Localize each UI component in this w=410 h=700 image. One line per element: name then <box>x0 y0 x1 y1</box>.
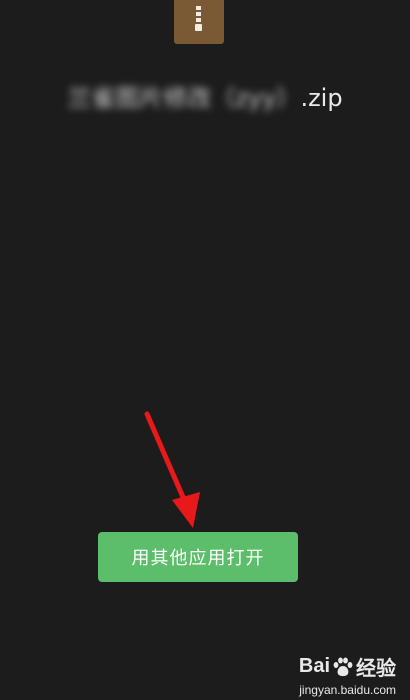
watermark-logo-row: Bai 经验 <box>256 652 396 681</box>
open-with-other-app-button[interactable]: 用其他应用打开 <box>98 532 298 582</box>
baidu-paw-icon <box>333 657 353 676</box>
watermark-site: jingyan.baidu.com <box>299 683 396 697</box>
red-arrow-annotation <box>144 411 200 528</box>
file-name: 兰雀图片修改（zyy）.zip <box>0 78 410 113</box>
watermark-brand-right: 经验 <box>356 658 396 680</box>
zip-file-icon <box>174 0 224 44</box>
zipper-pull <box>195 24 202 31</box>
file-name-blurred: 兰雀图片修改（zyy） <box>67 84 301 112</box>
baidu-jingyan-watermark: Bai 经验 jingyan.baidu.com <box>256 652 396 697</box>
file-extension: .zip <box>300 84 343 112</box>
watermark-brand-left: Bai <box>298 655 330 677</box>
file-preview-screen: 兰雀图片修改（zyy）.zip 用其他应用打开 Bai 经验 jingyan.b… <box>0 0 410 700</box>
